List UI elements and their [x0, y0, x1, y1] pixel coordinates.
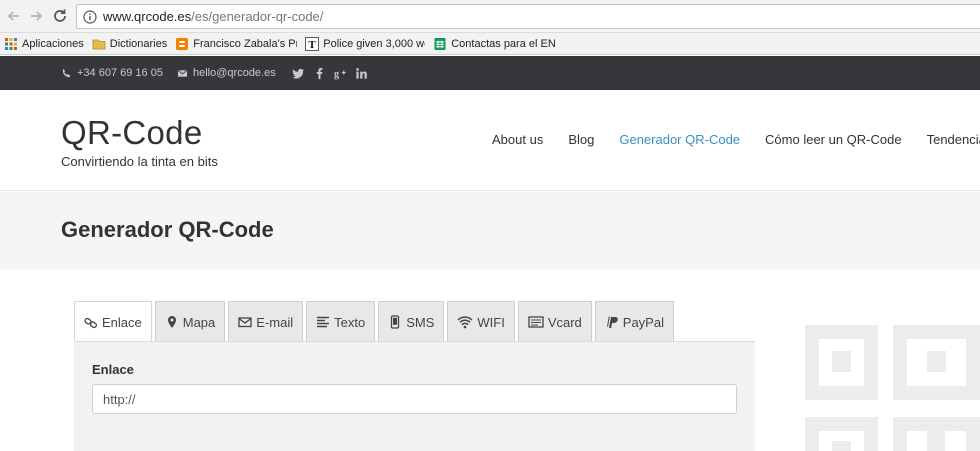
bookmark-francisco[interactable]: Francisco Zabala's Pro: [175, 37, 297, 51]
mobile-icon: [391, 315, 400, 329]
map-marker-icon: [167, 316, 176, 328]
tab-label: PayPal: [622, 314, 664, 330]
enlace-field-label: Enlace: [92, 362, 134, 377]
bookmark-label: Aplicaciones: [22, 37, 84, 50]
bookmark-label: Francisco Zabala's Pro: [193, 37, 298, 50]
phone-text: +34 607 69 16 05: [77, 67, 163, 79]
facebook-icon[interactable]: [313, 67, 326, 80]
tab-texto[interactable]: Texto: [306, 301, 376, 342]
text-lines-icon: [317, 316, 330, 328]
tab-label: Texto: [334, 314, 366, 330]
envelope-icon: [177, 69, 188, 77]
email-text: hello@qrcode.es: [193, 67, 276, 79]
forward-button[interactable]: [26, 6, 46, 26]
tab-label: Vcard: [547, 314, 582, 330]
tab-label: Mapa: [182, 314, 216, 330]
forward-arrow-icon: [31, 11, 43, 21]
url-host: www.qrcode.es: [103, 9, 192, 24]
folder-icon: [92, 39, 106, 49]
reload-button[interactable]: [50, 6, 70, 26]
social-links: g: [292, 56, 376, 90]
tab-label: WIFI: [477, 314, 505, 330]
browser-toolbar: www.qrcode.es/es/generador-qr-code/: [0, 0, 980, 33]
tab-mapa[interactable]: Mapa: [154, 301, 226, 342]
back-button[interactable]: [4, 6, 24, 26]
main-nav: About us Blog Generador QR-Code Cómo lee…: [492, 132, 980, 147]
phone-link[interactable]: +34 607 69 16 05: [61, 56, 163, 90]
bookmark-dictionaries[interactable]: Dictionaries: [92, 37, 167, 51]
reload-icon: [54, 9, 66, 22]
nav-generador[interactable]: Generador QR-Code: [619, 132, 740, 147]
contact-topbar: +34 607 69 16 05 hello@qrcode.es g: [0, 56, 980, 90]
bookmark-contactas[interactable]: Contactas para el ENM: [433, 37, 555, 51]
tab-label: Enlace: [102, 315, 142, 330]
svg-text:g: g: [334, 69, 339, 80]
sheets-icon: [434, 37, 446, 50]
link-icon: [84, 317, 98, 328]
tab-label: SMS: [406, 314, 435, 330]
blogger-icon: [176, 37, 189, 50]
bookmark-label: Contactas para el ENM: [451, 37, 556, 50]
url-path: /es/generador-qr-code/: [191, 9, 324, 24]
linkedin-icon[interactable]: [355, 67, 368, 80]
back-arrow-icon: [7, 11, 19, 21]
bookmark-label: Dictionaries: [109, 37, 168, 50]
apps-grid-icon: [5, 37, 17, 50]
google-plus-icon[interactable]: g: [334, 67, 347, 80]
tab-sms[interactable]: SMS: [378, 301, 445, 342]
twitter-icon[interactable]: [292, 67, 305, 80]
info-icon[interactable]: [83, 9, 97, 24]
tab-label: E-mail: [256, 314, 294, 330]
paypal-icon: [606, 316, 618, 328]
nav-about-us[interactable]: About us: [492, 132, 543, 147]
bookmark-aplicaciones[interactable]: Aplicaciones: [4, 37, 84, 51]
tab-vcard[interactable]: Vcard: [517, 301, 592, 342]
nav-tendencias[interactable]: Tendencias: C: [927, 132, 980, 147]
page-title: Generador QR-Code: [61, 217, 274, 242]
svg-text:T: T: [309, 39, 317, 51]
envelope-icon: [238, 317, 252, 328]
qr-pattern-decoration: [805, 325, 980, 451]
vcard-icon: [528, 316, 544, 328]
address-bar[interactable]: www.qrcode.es/es/generador-qr-code/: [76, 4, 980, 29]
site-tagline: Convirtiendo la tinta en bits: [61, 154, 218, 169]
email-link[interactable]: hello@qrcode.es: [177, 56, 276, 90]
page-title-band: Generador QR-Code: [0, 192, 980, 269]
nav-blog[interactable]: Blog: [568, 132, 594, 147]
site-header: QR-Code Convirtiendo la tinta en bits Ab…: [0, 90, 980, 191]
phone-icon: [62, 68, 71, 77]
tab-paypal[interactable]: PayPal: [594, 301, 674, 342]
tab-enlace[interactable]: Enlace: [74, 301, 152, 343]
nav-como-leer[interactable]: Cómo leer un QR-Code: [765, 132, 902, 147]
bookmark-police[interactable]: T Police given 3,000 wo: [305, 36, 426, 51]
bookmark-label: Police given 3,000 wo: [323, 37, 426, 50]
tab-email[interactable]: E-mail: [228, 301, 304, 342]
wifi-icon: [457, 316, 473, 329]
tab-wifi[interactable]: WIFI: [447, 301, 515, 342]
bookmarks-bar: Aplicaciones Dictionaries Francisco Zaba…: [0, 33, 980, 55]
site-logo[interactable]: QR-Code: [61, 114, 202, 152]
telegraph-icon: T: [305, 36, 320, 51]
qr-type-tabs: Enlace Mapa E-mail Texto SMS WIFI Vcard …: [74, 301, 677, 343]
enlace-url-input[interactable]: [92, 384, 737, 414]
enlace-form-panel: Enlace: [74, 341, 755, 451]
